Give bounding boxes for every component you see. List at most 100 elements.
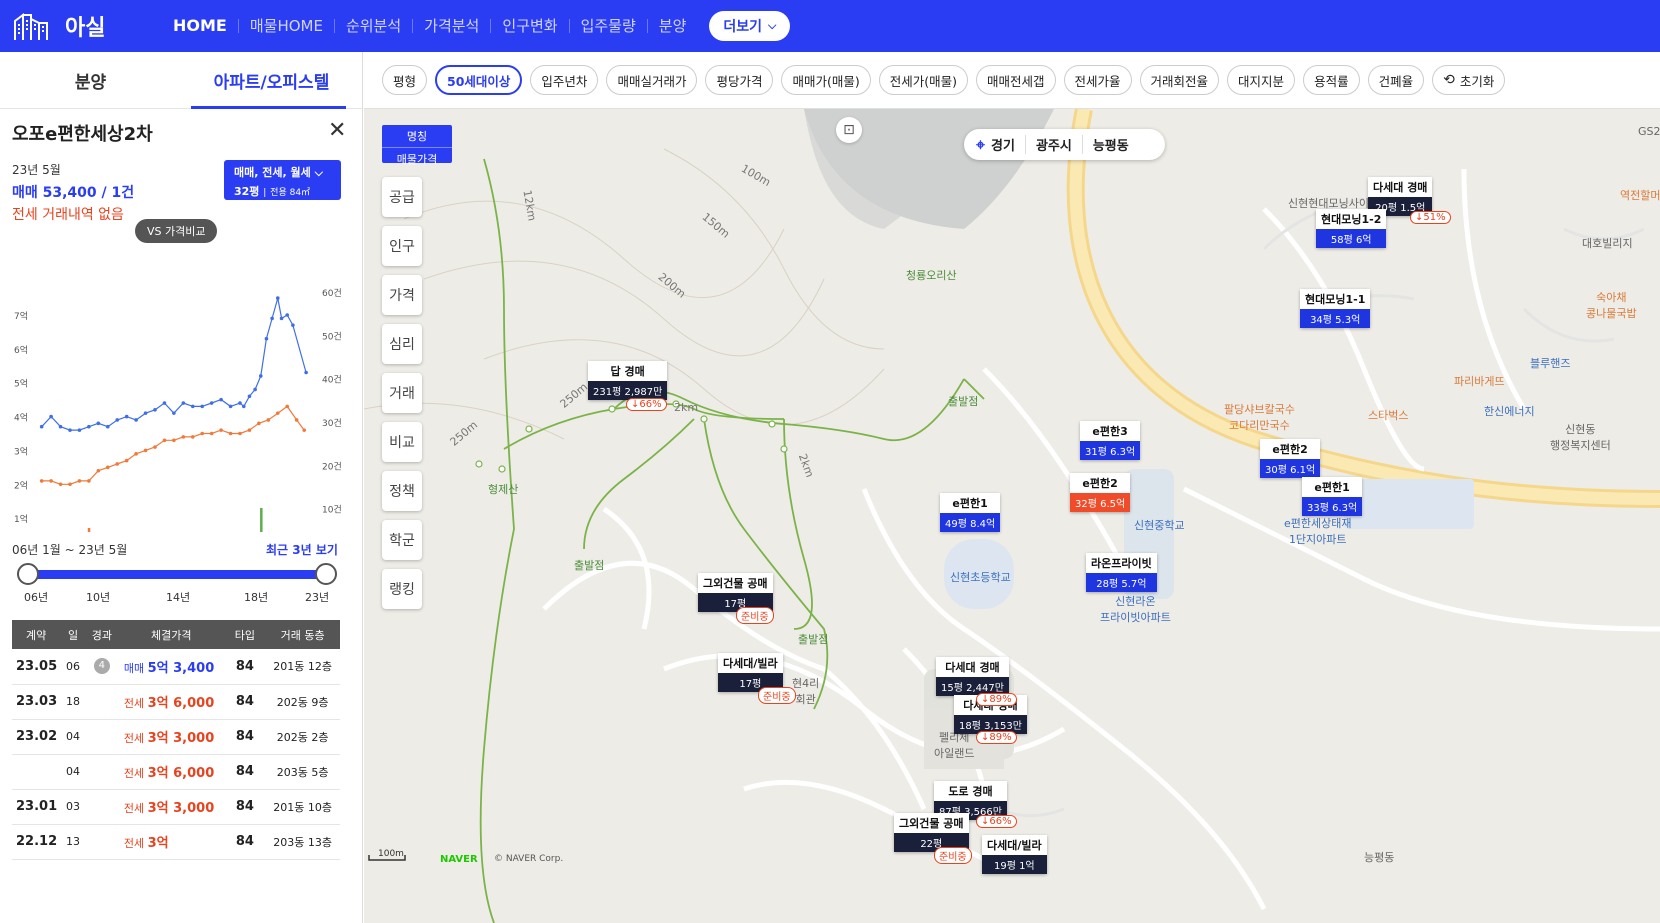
layer-button[interactable]: 인구 [382, 226, 422, 266]
location-dong[interactable]: 능평동 [1081, 135, 1139, 154]
complex-marker[interactable]: 현대모닝1-1 34평 5.3억 [1300, 289, 1371, 328]
data-point [124, 414, 129, 419]
complex-marker[interactable]: e편한1 33평 6.3억 [1302, 477, 1363, 516]
date-range: 06년 1월 ~ 23년 5월 [12, 543, 128, 557]
more-button[interactable]: 더보기 ⌵ [709, 11, 791, 41]
y-tick-left: 2억 [14, 479, 28, 491]
contract-month: 22.12 [12, 824, 61, 860]
recent-3y-link[interactable]: 최근 3년 보기 [266, 541, 338, 558]
layer-button[interactable]: 랭킹 [382, 569, 422, 609]
y-tick-right: 20건 [322, 461, 342, 472]
data-point [58, 482, 63, 487]
table-row[interactable]: 04 전세 3억 6,000 84 203동 5층 [12, 754, 340, 790]
unit-type: 84 [224, 684, 266, 720]
complex-marker[interactable]: 현대모닝1-2 58평 6억 [1316, 209, 1387, 248]
nav-move-in-supply[interactable]: 입주물량 [568, 19, 647, 34]
building-logo-icon [14, 13, 48, 40]
filter-chip[interactable]: 전세가(매물) [878, 65, 968, 95]
filter-chip[interactable]: 평형 [382, 65, 428, 95]
layer-button[interactable]: 정책 [382, 471, 422, 511]
crosshair-icon[interactable]: ⌖ [976, 135, 985, 155]
filter-label: 거래회전율 [1150, 73, 1209, 89]
filter-chip[interactable]: 건폐율 [1367, 65, 1425, 95]
filter-chip[interactable]: 매매실거래가 [606, 65, 698, 95]
place-label: 청룡오리산 [906, 269, 957, 282]
data-point [200, 404, 205, 409]
layer-button[interactable]: 공급 [382, 177, 422, 217]
area-pyeong: 32평 [234, 185, 260, 198]
latest-month: 23년 5월 [12, 163, 61, 177]
volume-bar [260, 508, 263, 532]
data-point [58, 424, 63, 429]
filter-chip[interactable]: 대지지분 [1227, 65, 1296, 95]
tab-presale[interactable]: 분양 [0, 52, 181, 108]
data-point [68, 428, 72, 432]
nav-rank-analysis[interactable]: 순위분석 [333, 19, 412, 34]
reset-filter-button[interactable]: ⟲ 초기화 [1432, 65, 1506, 95]
complex-marker[interactable]: 라온프라이빗 28평 5.7억 [1086, 553, 1157, 592]
complex-marker[interactable]: 다세대 경매 15평 2,447만 [936, 657, 1009, 696]
price-cell: 전세 3억 6,000 [117, 684, 225, 720]
close-icon[interactable]: ✕ [328, 118, 346, 143]
place-label: 대호빌리지 [1582, 237, 1633, 250]
table-row[interactable]: 23.02 04 전세 3억 3,000 84 202동 2층 [12, 719, 340, 755]
filter-chip[interactable]: 매매가(매물) [781, 65, 871, 95]
data-point [105, 465, 110, 470]
complex-marker[interactable]: 다세대/빌라 19평 1억 [982, 835, 1047, 874]
place-label: 현4리 회관 [792, 677, 820, 706]
data-point [219, 428, 223, 432]
location-city[interactable]: 광주시 [1024, 135, 1082, 154]
filter-chip[interactable]: 매매전세갭 [976, 65, 1056, 95]
date-range-slider[interactable] [28, 570, 326, 579]
discount-badge: 준비중 [934, 847, 972, 864]
table-row[interactable]: 23.01 03 전세 3억 3,000 84 201동 10층 [12, 789, 340, 825]
nav-home[interactable]: HOME [169, 18, 238, 34]
y-tick-left: 3억 [14, 445, 28, 457]
layer-button[interactable]: 가격 [382, 275, 422, 315]
side-tabs: 분양 아파트/오피스텔 [0, 52, 362, 109]
data-point [247, 428, 252, 432]
filter-chip[interactable]: 전세가율 [1063, 65, 1132, 95]
place-label: 신현중학교 [1134, 519, 1185, 532]
filter-chip[interactable]: 거래회전율 [1139, 65, 1220, 95]
complex-marker[interactable]: e편한2 32평 6.5억 [1070, 473, 1131, 512]
tab-apartment-officetel[interactable]: 아파트/오피스텔 [181, 52, 362, 109]
complex-marker[interactable]: e편한3 31평 6.3억 [1080, 421, 1141, 460]
table-row[interactable]: 23.03 18 전세 3억 6,000 84 202동 9층 [12, 684, 340, 720]
layer-button[interactable]: 학군 [382, 520, 422, 560]
unit-type: 84 [224, 824, 266, 860]
table-row[interactable]: 23.05 06 4 매매 5억 3,400 84 201동 12층 [12, 649, 340, 685]
data-point [275, 411, 280, 415]
data-point [238, 401, 242, 405]
label-mode-toggle[interactable]: 명칭 매물가격 [382, 125, 452, 166]
complex-marker[interactable]: 답 경매 231평 2,987만 [588, 361, 668, 400]
layer-button[interactable]: 심리 [382, 324, 422, 364]
nav-presale[interactable]: 분양 [646, 19, 698, 34]
layer-button[interactable]: 비교 [382, 422, 422, 462]
filter-chip[interactable]: 입주년차 [530, 65, 599, 95]
map-view[interactable]: ⊡ 명칭 매물가격 공급인구가격심리거래비교정책학군랭킹 ⌖ 경기 광주시 능평… [364, 109, 1660, 923]
filter-chip[interactable]: 평당가격 [705, 65, 774, 95]
location-province[interactable]: 경기 [991, 135, 1025, 154]
deal-type-selector[interactable]: 매매, 전세, 월세 ⌵ 32평 | 전용 84㎡ [224, 160, 341, 200]
data-point [275, 296, 280, 300]
col-header: 경과 [85, 620, 118, 649]
table-row[interactable]: 22.12 13 전세 3억 84 203동 13층 [12, 824, 340, 860]
filter-chip[interactable]: 50세대이상 [435, 65, 523, 95]
y-tick-right: 10건 [322, 505, 342, 516]
nav-price-analysis[interactable]: 가격분석 [412, 19, 490, 34]
nav-population[interactable]: 인구변화 [490, 19, 568, 34]
complex-marker[interactable]: e편한2 30평 6.1억 [1260, 439, 1321, 478]
filter-label: 매매실거래가 [617, 73, 687, 89]
slider-end-handle[interactable] [315, 563, 337, 585]
nav-listing-home[interactable]: 매물HOME [237, 19, 334, 34]
layer-button[interactable]: 거래 [382, 373, 422, 413]
app-logo[interactable]: 아실 [13, 10, 163, 42]
location-selector[interactable]: ⌖ 경기 광주시 능평동 [964, 129, 1165, 160]
data-point [96, 421, 101, 426]
filter-chip[interactable]: 용적률 [1303, 65, 1360, 95]
complex-marker[interactable]: e편한1 49평 8.4억 [940, 493, 1001, 532]
scan-icon[interactable]: ⊡ [836, 117, 862, 143]
slider-start-handle[interactable] [17, 563, 39, 585]
y-tick-left: 1억 [14, 513, 28, 525]
